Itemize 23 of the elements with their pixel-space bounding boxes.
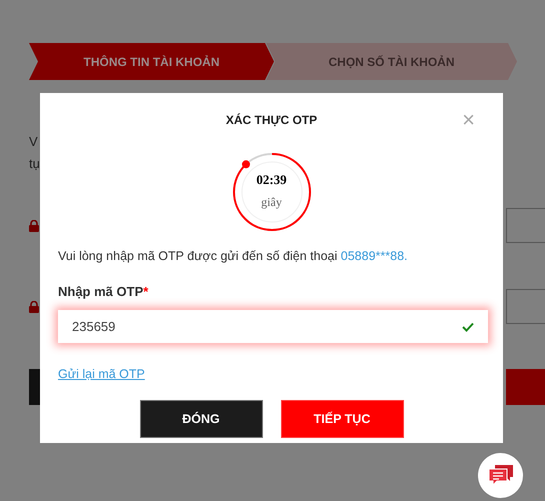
lock-icon <box>29 220 39 232</box>
otp-instruction: Vui lòng nhập mã OTP được gửi đến số điện thoại 05889***88. <box>58 248 408 265</box>
step-tab[interactable]: CHỌN SỐ TÀI KHOẢN <box>266 43 517 80</box>
chat-button[interactable] <box>478 453 523 498</box>
lock-icon <box>29 300 39 312</box>
step-tab[interactable]: THÔNG TIN TÀI KHOẢN <box>29 43 274 80</box>
close-dialog-button[interactable]: ĐÓNG <box>140 400 262 438</box>
otp-label: Nhập mã OTP <box>58 282 144 301</box>
continue-button[interactable]: TIẾP TỤC <box>280 400 404 438</box>
background-button[interactable] <box>506 369 545 405</box>
otp-input[interactable]: 235659 <box>58 310 488 344</box>
countdown-unit: giây <box>261 196 282 208</box>
close-button[interactable]: × <box>462 109 475 131</box>
dialog-title: XÁC THỰC OTP <box>226 112 318 129</box>
background-text: V <box>29 133 38 151</box>
checkmark-icon <box>462 322 474 332</box>
input-field[interactable] <box>506 208 545 243</box>
phone-link[interactable]: 05889***88. <box>340 249 408 263</box>
background-text: tụ <box>29 155 40 173</box>
resend-otp-link[interactable]: Gửi lại mã OTP <box>58 367 145 382</box>
input-field[interactable] <box>506 289 545 324</box>
required-mark: * <box>143 282 148 301</box>
countdown-time: 02:39 <box>256 172 287 186</box>
